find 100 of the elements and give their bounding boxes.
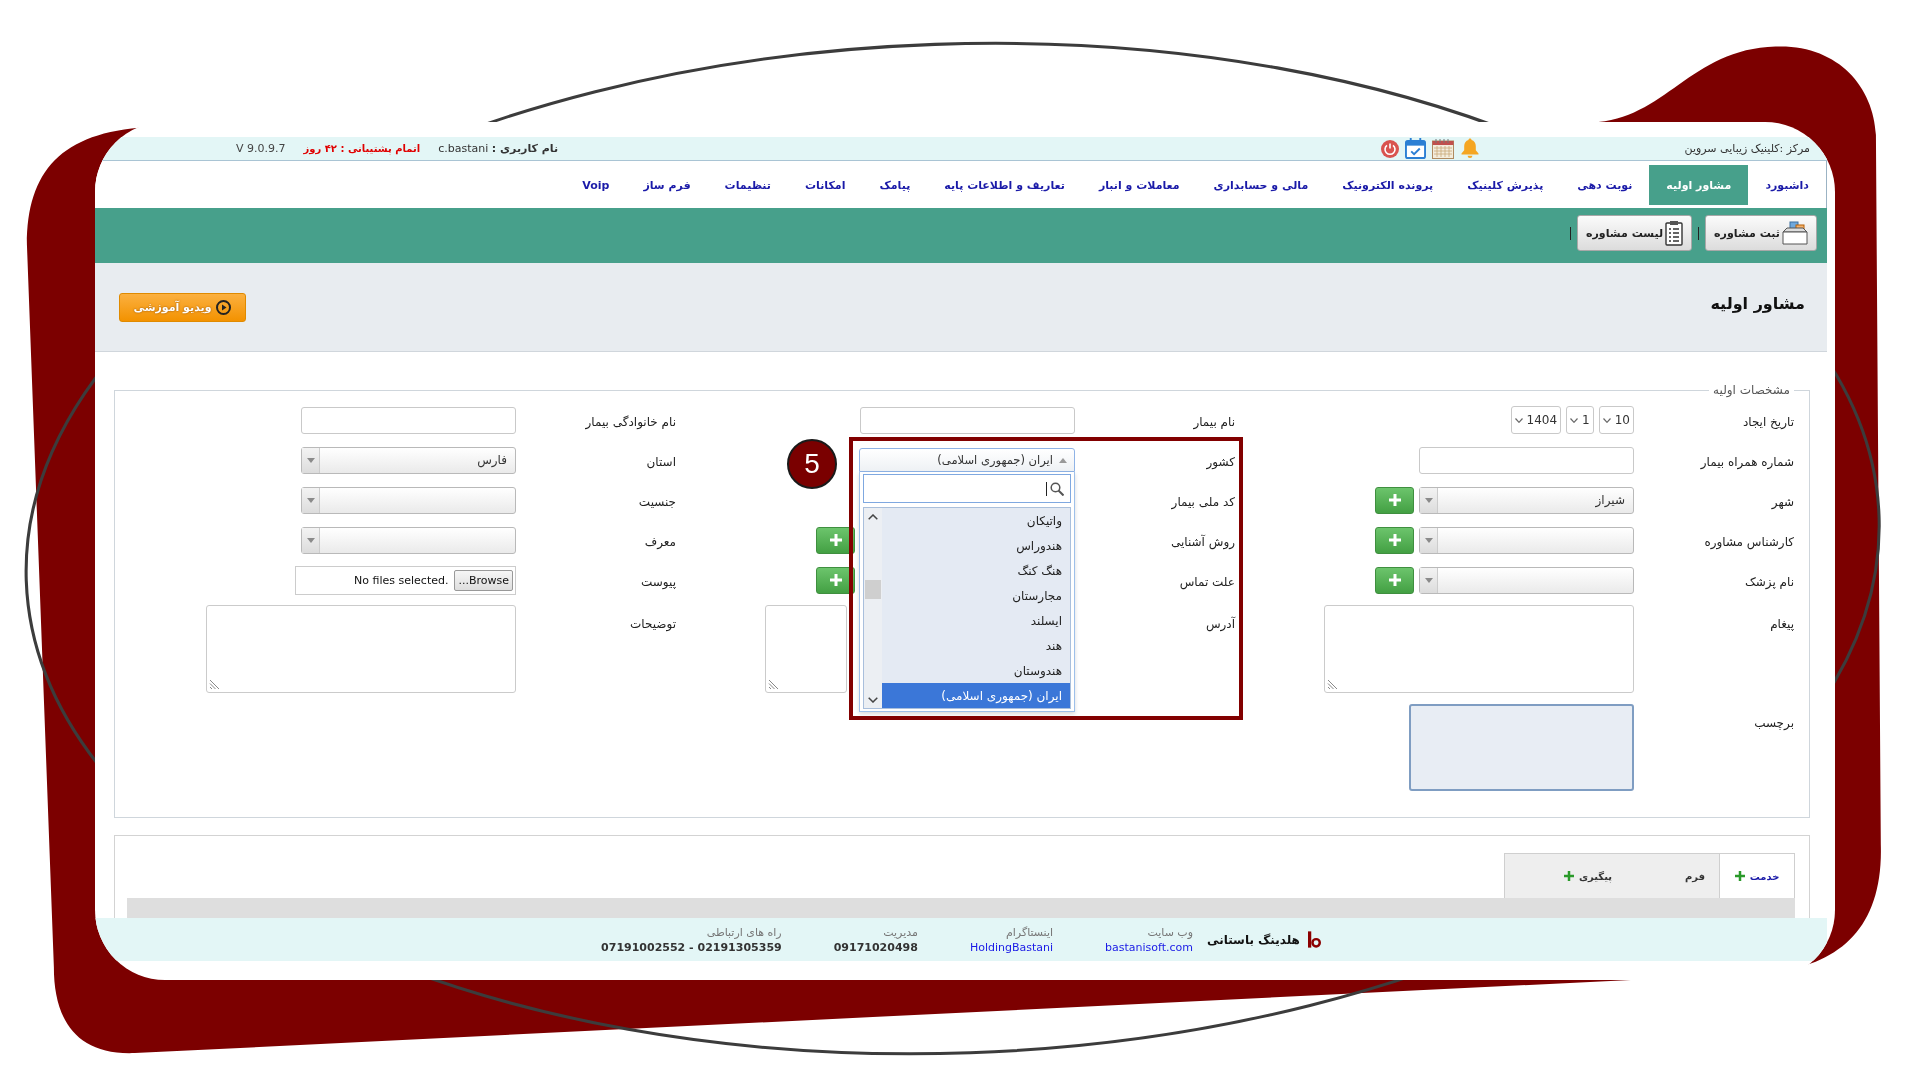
- nav-tab[interactable]: نوبت دهی: [1560, 165, 1650, 205]
- contact-link[interactable]: bastanisoft.com: [1105, 940, 1194, 954]
- dropdown-option[interactable]: ایسلند: [882, 608, 1070, 633]
- dropdown-option[interactable]: واتیکان: [882, 508, 1070, 533]
- nav-tab[interactable]: Voip: [565, 165, 627, 205]
- nav-tab[interactable]: تعاریف و اطلاعات پایه: [927, 165, 1082, 205]
- chevron-up-icon[interactable]: [868, 514, 878, 520]
- power-icon[interactable]: [1380, 139, 1399, 158]
- caret-up-icon: [1059, 457, 1067, 463]
- dropdown-field[interactable]: شیراز: [1419, 486, 1634, 514]
- dropdown-field[interactable]: [1419, 566, 1634, 594]
- text-cursor: [1046, 481, 1047, 496]
- field-label: علت تماس: [1179, 574, 1235, 589]
- chevron-down-icon: [1570, 417, 1579, 423]
- resize-grip-icon[interactable]: [209, 679, 220, 690]
- step-number: 5: [787, 439, 837, 489]
- section-legend: مشخصات اولیه: [1709, 383, 1794, 397]
- support-expiry-text: اتمام پشتیبانی : ۴۲ روز: [303, 143, 421, 154]
- nav-tab[interactable]: تنظیمات: [707, 165, 788, 205]
- dropdown-field[interactable]: [301, 486, 516, 514]
- input-field[interactable]: [1419, 446, 1634, 474]
- nav-tab[interactable]: داشبورد: [1748, 165, 1826, 205]
- date-select[interactable]: 1404: [1510, 406, 1562, 434]
- tag-field[interactable]: [1409, 704, 1634, 791]
- date-select[interactable]: 10: [1598, 406, 1634, 434]
- scrollbar-thumb[interactable]: [865, 580, 881, 599]
- field-label: تاریخ ایجاد: [1742, 414, 1794, 429]
- dropdown-arrow-icon: [306, 497, 315, 503]
- contact-title: وب سایت: [1147, 925, 1194, 939]
- dropdown-option[interactable]: هندوراس: [882, 533, 1070, 558]
- field-label: نام خانوادگی بیمار: [585, 414, 676, 429]
- nav-tab[interactable]: پذیرش کلینیک: [1450, 165, 1561, 205]
- nav-tab[interactable]: فرم ساز: [626, 165, 708, 205]
- calendar-icon[interactable]: [1431, 138, 1454, 159]
- company-name: هلدینگ باستانی: [1207, 932, 1300, 947]
- chevron-down-icon[interactable]: [868, 697, 878, 703]
- contact-link[interactable]: HoldingBastani: [969, 940, 1054, 954]
- nav-tab[interactable]: امکانات: [788, 165, 863, 205]
- tab[interactable]: پیگیری: [1505, 854, 1671, 898]
- logo-icon: [1307, 931, 1321, 948]
- field-label: آدرس: [1205, 617, 1235, 631]
- file-field[interactable]: No files selected. ...Browse: [295, 565, 516, 595]
- bell-icon[interactable]: [1459, 138, 1480, 159]
- toolbar-button[interactable]: ثبت مشاوره: [1705, 215, 1817, 251]
- field-label: کشور: [1206, 454, 1235, 469]
- dropdown-option[interactable]: هندوستان: [882, 658, 1070, 683]
- plus-icon: [1388, 494, 1401, 506]
- search-icon: [1050, 481, 1064, 496]
- dropdown-option[interactable]: مجارستان: [882, 583, 1070, 608]
- chevron-down-icon: [1602, 417, 1611, 423]
- field-label: استان: [646, 454, 676, 469]
- dropdown-field[interactable]: [301, 526, 516, 554]
- contact-title: اینستاگرام: [1005, 925, 1054, 939]
- field-label: شماره همراه بیمار: [1700, 454, 1794, 469]
- field-label: نام بیمار: [1193, 414, 1235, 429]
- resize-grip-icon[interactable]: [1327, 679, 1338, 690]
- input-field[interactable]: [301, 406, 516, 434]
- play-icon: [216, 299, 232, 315]
- field-label: شهر: [1771, 494, 1794, 509]
- dropdown-option[interactable]: هنگ کنگ: [882, 558, 1070, 583]
- toolbar-button[interactable]: لیست مشاوره: [1577, 215, 1693, 251]
- nav-tab[interactable]: پیامک: [862, 165, 928, 205]
- date-select[interactable]: 1: [1566, 406, 1594, 434]
- dropdown-arrow-icon: [306, 457, 315, 463]
- field-label: جنسیت: [638, 494, 676, 509]
- textarea-field[interactable]: [765, 605, 847, 693]
- field-label: توضیحات: [629, 617, 676, 631]
- calendar-check-icon[interactable]: [1404, 138, 1426, 159]
- nav-tab[interactable]: پرونده الکترونیک: [1325, 165, 1451, 205]
- textarea-field[interactable]: [206, 605, 516, 693]
- dropdown-arrow-icon: [306, 537, 315, 543]
- nav-tab[interactable]: معاملات و انبار: [1081, 165, 1197, 205]
- tab[interactable]: فرم: [1670, 854, 1719, 898]
- plus-icon: [1388, 574, 1401, 586]
- resize-grip-icon[interactable]: [768, 679, 779, 690]
- dropdown-arrow-icon: [1424, 537, 1433, 543]
- browse-button[interactable]: ...Browse: [454, 569, 513, 591]
- search-field[interactable]: [863, 474, 1071, 503]
- dropdown-arrow-icon: [1424, 577, 1433, 583]
- field-label: کد ملی بیمار: [1171, 494, 1235, 509]
- dropdown-field[interactable]: ایران (جمهوری اسلامی): [859, 448, 1075, 472]
- chevron-down-icon: [1514, 417, 1523, 423]
- plus-icon: [1388, 534, 1401, 546]
- field-label: پیوست: [641, 574, 676, 589]
- dropdown-field[interactable]: [1419, 526, 1634, 554]
- field-label: برچسب: [1754, 716, 1794, 730]
- textarea-field[interactable]: [1324, 605, 1634, 693]
- nav-tab[interactable]: مالی و حسابداری: [1196, 165, 1326, 205]
- contact-title: راه های ارتباطی: [706, 925, 782, 939]
- dropdown-arrow-icon: [1424, 497, 1433, 503]
- input-field[interactable]: [860, 406, 1075, 434]
- contact-value: 09171020498: [833, 940, 918, 954]
- page-title: مشاور اولیه: [1710, 293, 1805, 313]
- field-label: معرف: [644, 534, 676, 549]
- clipboard-list-icon: [1665, 220, 1684, 246]
- contact-value: 07191002552 - 02191305359: [601, 940, 782, 954]
- dropdown-field[interactable]: فارس: [301, 446, 516, 474]
- tab[interactable]: خدمت: [1719, 854, 1794, 898]
- dropdown-option[interactable]: هند: [882, 633, 1070, 658]
- dropdown-option[interactable]: ایران (جمهوری اسلامی): [882, 683, 1070, 708]
